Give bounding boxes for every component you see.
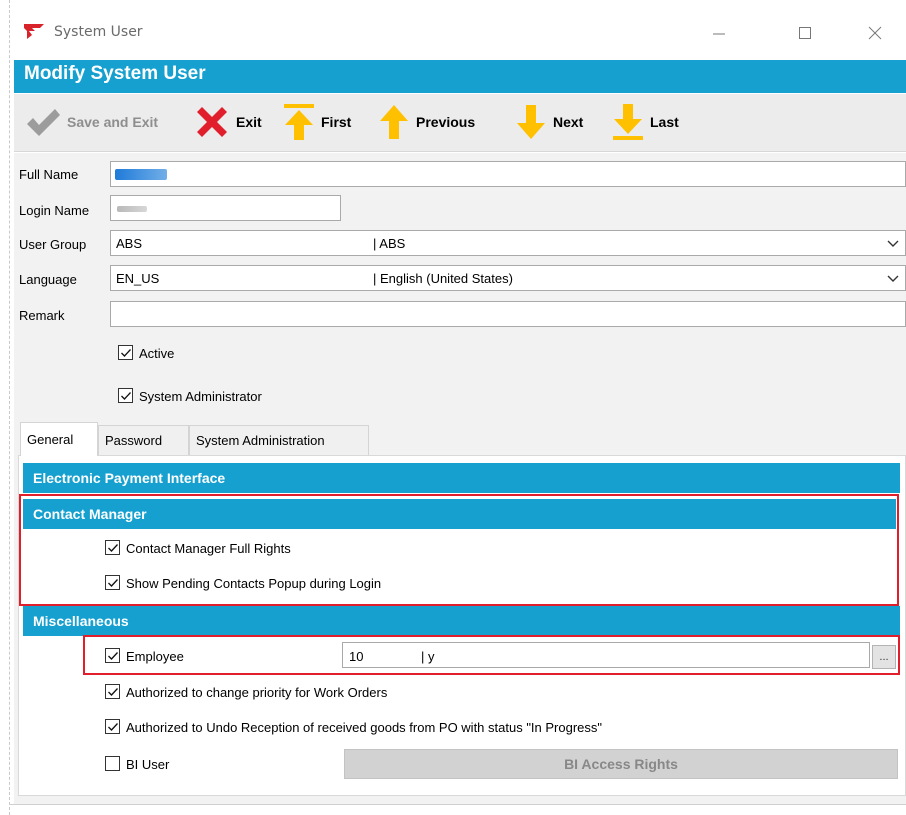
language-label: Language [19,272,77,287]
window-bottom-edge [9,804,906,805]
app-logo-icon [24,24,44,39]
login-name-label: Login Name [19,203,90,218]
checkmark-icon [120,348,131,357]
next-label: Next [553,114,584,130]
work-order-priority-checkbox[interactable] [105,684,120,699]
previous-label: Previous [416,114,476,130]
system-administrator-label[interactable]: System Administrator [139,389,262,404]
employee-label[interactable]: Employee [126,649,184,664]
window-title: System User [54,24,143,40]
maximize-icon[interactable] [782,18,828,48]
last-arrow-icon [613,104,643,140]
tab-general-label: General [27,432,74,447]
remark-field[interactable] [110,301,906,327]
section-title: Contact Manager [33,506,147,522]
window-left-edge [9,0,10,815]
checkmark-icon [107,578,118,587]
save-and-exit-label: Save and Exit [67,114,159,130]
chevron-down-icon[interactable] [887,274,899,284]
undo-reception-checkbox[interactable] [105,719,120,734]
user-group-select[interactable]: ABS | ABS [110,230,906,256]
employee-field[interactable]: 10 | y [342,642,870,668]
close-icon[interactable] [852,18,898,48]
minimize-icon[interactable] [696,18,742,48]
employee-checkbox[interactable] [105,648,120,663]
section-miscellaneous[interactable]: Miscellaneous [23,606,900,636]
red-x-icon [197,107,227,137]
system-administrator-checkbox[interactable] [118,388,133,403]
tab-system-administration-label: System Administration [196,433,325,448]
tab-system-administration[interactable]: System Administration [189,425,369,455]
employee-lookup-button[interactable]: ... [872,645,896,669]
checkmark-icon [107,722,118,731]
checkmark-icon [107,651,118,660]
tab-general[interactable]: General [20,422,98,456]
pending-contacts-popup-checkbox[interactable] [105,575,120,590]
bi-user-label[interactable]: BI User [126,757,169,772]
login-name-field[interactable] [110,195,341,221]
section-title: Miscellaneous [33,613,129,629]
exit-label: Exit [236,114,262,130]
bi-access-rights-button[interactable]: BI Access Rights [344,749,898,779]
redacted-value [115,169,167,180]
exit-button[interactable]: Exit [194,102,262,142]
section-contact-manager[interactable]: Contact Manager [23,499,896,529]
section-electronic-payment-interface[interactable]: Electronic Payment Interface [23,463,900,493]
page-title: Modify System User [24,63,206,84]
save-and-exit-button[interactable]: Save and Exit [25,102,158,142]
last-button[interactable]: Last [612,102,679,142]
up-arrow-icon [380,105,408,139]
employee-description: | y [421,649,435,664]
user-group-description: | ABS [373,236,406,251]
checkmark-icon [107,543,118,552]
language-select[interactable]: EN_US | English (United States) [110,265,906,291]
employee-code: 10 [349,649,364,664]
next-button[interactable]: Next [515,102,583,142]
last-label: Last [650,114,679,130]
redacted-value [117,206,147,212]
down-arrow-icon [517,105,545,139]
language-code: EN_US [116,271,160,286]
undo-reception-label[interactable]: Authorized to Undo Reception of received… [126,720,602,735]
active-label[interactable]: Active [139,346,174,361]
remark-label: Remark [19,308,65,323]
title-bar[interactable] [10,0,906,60]
contact-manager-full-rights-checkbox[interactable] [105,540,120,555]
contact-manager-full-rights-label[interactable]: Contact Manager Full Rights [126,541,291,556]
first-arrow-icon [284,104,314,140]
user-group-label: User Group [19,237,87,252]
work-order-priority-label[interactable]: Authorized to change priority for Work O… [126,685,387,700]
chevron-down-icon[interactable] [887,239,899,249]
checkmark-icon [27,109,60,136]
first-label: First [321,114,352,130]
full-name-label: Full Name [19,167,79,182]
checkmark-icon [107,687,118,696]
full-name-field[interactable] [110,161,906,187]
tab-password[interactable]: Password [98,425,189,455]
pending-contacts-popup-label[interactable]: Show Pending Contacts Popup during Login [126,576,381,591]
checkmark-icon [120,391,131,400]
bi-user-checkbox[interactable] [105,756,120,771]
user-group-code: ABS [116,236,143,251]
tab-password-label: Password [105,433,163,448]
active-checkbox[interactable] [118,345,133,360]
previous-button[interactable]: Previous [378,102,475,142]
section-title: Electronic Payment Interface [33,470,226,486]
first-button[interactable]: First [283,102,351,142]
language-description: | English (United States) [373,271,513,286]
